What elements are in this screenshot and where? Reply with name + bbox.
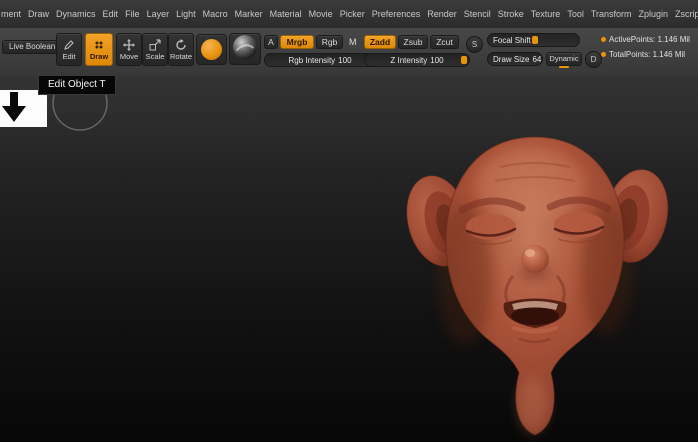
rotate-icon (175, 39, 187, 51)
stroke-s-icon[interactable]: S (466, 36, 483, 53)
mrgb-button[interactable]: Mrgb (280, 35, 314, 49)
z-intensity-value: 100 (430, 55, 444, 65)
draw-size-value: 64 (532, 54, 542, 64)
focal-shift-slider[interactable]: Focal Shift 0 (487, 33, 580, 47)
nose-ball (521, 245, 549, 273)
dynamic-d-icon[interactable]: D (585, 51, 602, 68)
edit-pencil-icon (63, 39, 75, 51)
sculpted-head-model[interactable] (0, 75, 698, 442)
dynamic-button[interactable]: Dynamic (546, 52, 582, 68)
menu-item-zplugin[interactable]: Zplugin (635, 9, 672, 19)
active-points-text: ActivePoints: 1.146 Mil (609, 35, 690, 44)
focal-shift-handle[interactable] (531, 36, 538, 44)
menu-item-transform[interactable]: Transform (587, 9, 635, 19)
menu-item-dynamics[interactable]: Dynamics (53, 9, 100, 19)
rgb-intensity-slider[interactable]: Rgb Intensity 100 (264, 53, 376, 67)
edit-button-label: Edit (62, 52, 76, 61)
down-arrow-icon (2, 92, 26, 122)
total-points-stat: TotalPoints: 1.146 Mil (601, 50, 685, 59)
rotate-button-label: Rotate (169, 52, 193, 61)
draw-button[interactable]: Draw (85, 33, 113, 66)
menu-item-preferences[interactable]: Preferences (368, 9, 424, 19)
z-intensity-slider[interactable]: Z Intensity 100 (364, 53, 470, 67)
menu-item-file[interactable]: File (122, 9, 144, 19)
active-points-stat: ActivePoints: 1.146 Mil (601, 35, 690, 44)
z-intensity-handle[interactable] (461, 56, 467, 64)
menu-item-layer[interactable]: Layer (143, 9, 173, 19)
forehead-highlight (475, 149, 585, 217)
menu-bar: ment Draw Dynamics Edit File Layer Light… (0, 0, 698, 29)
edit-object-tooltip: Edit Object T (38, 75, 116, 95)
draw-size-label: Draw Size (493, 54, 530, 64)
nose-highlight (525, 249, 535, 257)
rgb-button[interactable]: Rgb (316, 35, 343, 49)
a-button[interactable]: A (264, 35, 278, 49)
current-material-button[interactable] (229, 33, 261, 65)
scale-button[interactable]: Scale (142, 33, 168, 66)
total-points-dot-icon (601, 52, 606, 57)
move-button[interactable]: Move (116, 33, 142, 66)
chin-highlight (518, 377, 548, 433)
zcut-button[interactable]: Zcut (430, 35, 459, 49)
edit-button[interactable]: Edit (56, 33, 82, 66)
material-sphere-icon (232, 34, 258, 65)
z-intensity-label: Z Intensity (390, 55, 428, 65)
zsub-button[interactable]: Zsub (398, 35, 428, 49)
scale-icon (149, 39, 161, 51)
menu-item-macro[interactable]: Macro (199, 9, 231, 19)
brush-stroke-icon (201, 39, 222, 60)
move-button-label: Move (119, 52, 139, 61)
zadd-button[interactable]: Zadd (364, 35, 396, 49)
mouth-interior (511, 307, 559, 325)
dynamic-button-label: Dynamic (549, 54, 579, 63)
menu-item-draw[interactable]: Draw (25, 9, 53, 19)
menu-item-stencil[interactable]: Stencil (460, 9, 494, 19)
live-boolean-button[interactable]: Live Boolean (2, 40, 63, 54)
draw-button-label: Draw (89, 52, 109, 61)
menu-item-texture[interactable]: Texture (527, 9, 564, 19)
scale-button-label: Scale (145, 52, 165, 61)
dynamic-indicator (559, 66, 569, 68)
active-points-dot-icon (601, 37, 606, 42)
move-arrows-icon (123, 39, 135, 51)
total-points-text: TotalPoints: 1.146 Mil (609, 50, 686, 59)
menu-item-movie[interactable]: Movie (305, 9, 336, 19)
draw-dots-icon (93, 39, 105, 51)
top-shelf-toolbar: Live Boolean Edit Draw Move Scale Rotate (0, 28, 698, 76)
menu-item-edit[interactable]: Edit (99, 9, 122, 19)
rgb-intensity-label: Rgb Intensity (288, 55, 336, 65)
menu-item-material[interactable]: Material (266, 9, 305, 19)
rotate-button[interactable]: Rotate (168, 33, 194, 66)
m-button[interactable]: M (349, 35, 357, 49)
focal-shift-label: Focal Shift (493, 35, 531, 45)
menu-item-tool[interactable]: Tool (564, 9, 588, 19)
menu-item-stroke[interactable]: Stroke (494, 9, 527, 19)
current-brush-button[interactable] (196, 34, 227, 65)
draw-size-slider[interactable]: Draw Size 64 (487, 52, 543, 66)
sculpt-viewport[interactable] (0, 75, 698, 442)
menu-item-render[interactable]: Render (424, 9, 461, 19)
menu-item-picker[interactable]: Picker (336, 9, 368, 19)
menu-item-marker[interactable]: Marker (231, 9, 266, 19)
menu-item-document[interactable]: ment (0, 9, 25, 19)
rgb-intensity-value: 100 (338, 55, 352, 65)
menu-item-light[interactable]: Light (173, 9, 200, 19)
color-swatch-panel[interactable] (0, 90, 47, 127)
menu-item-zscript[interactable]: Zscript (672, 9, 698, 19)
